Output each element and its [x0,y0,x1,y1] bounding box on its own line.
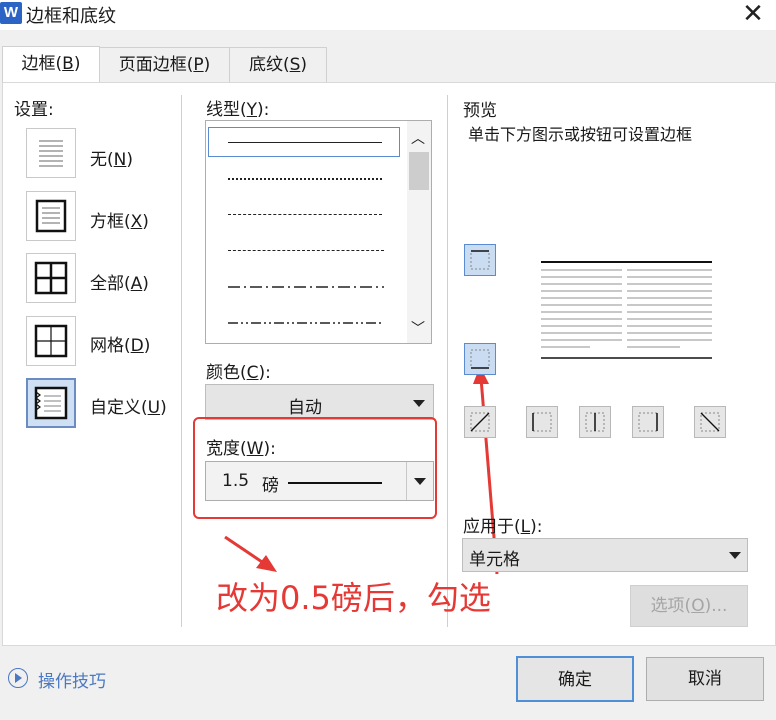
play-circle-icon[interactable] [8,668,28,688]
apply-to-text: 应用于( [463,517,521,537]
preview-diagram [541,261,712,359]
apply-to-tail: ): [530,517,543,537]
options-button[interactable]: 选项(O)... [630,585,748,627]
center-vertical-border-button[interactable] [579,406,611,438]
apply-to-label: 应用于(L): [463,512,543,537]
diagonal-up-border-button[interactable] [464,406,496,438]
tips-link[interactable]: 操作技巧 [38,667,106,692]
bottom-border-button[interactable] [464,343,496,375]
options-tail: )... [704,596,728,616]
top-border-button[interactable] [464,244,496,276]
apply-to-key: L [520,517,531,537]
left-border-button[interactable] [526,406,558,438]
preview-heading: 预览 [463,101,497,121]
cancel-button[interactable]: 取消 [646,657,764,701]
annotation-text: 改为0.5磅后，勾选 [216,579,491,617]
options-key: O [691,596,705,616]
right-border-button[interactable] [632,406,664,438]
preview-hint: 单击下方图示或按钮可设置边框 [468,125,693,144]
chevron-down-icon [729,552,741,559]
ok-button[interactable]: 确定 [516,656,634,702]
apply-to-value: 单元格 [469,550,520,570]
options-text: 选项( [650,596,692,616]
diagonal-down-border-button[interactable] [694,406,726,438]
apply-to-select[interactable]: 单元格 [462,538,748,572]
